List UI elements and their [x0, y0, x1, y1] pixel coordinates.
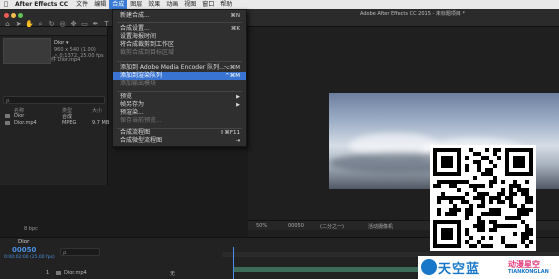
composition-menu: 新建合成... ⌘N 合成设置... ⌘K 设置海报时间 将合成裁剪到工作区 裁剪合…	[112, 9, 247, 147]
timeline-tab[interactable]: Dior	[18, 239, 29, 245]
menu-item-add-to-render-queue[interactable]: 添加到渲染队列 ^⌘M	[113, 72, 246, 80]
menu-window[interactable]: 窗口	[199, 0, 217, 9]
project-row-type: 合成	[62, 114, 73, 120]
layer-footage-icon	[56, 271, 61, 275]
menu-item-label: 裁剪合成到目标区域	[120, 49, 175, 56]
menu-item-save-frame-as[interactable]: 帧另存为 ▶	[113, 101, 246, 109]
menu-file[interactable]: 文件	[73, 0, 91, 9]
menu-separator	[117, 61, 242, 62]
menu-separator	[117, 91, 242, 92]
menu-item-poster-time[interactable]: 设置海报时间	[113, 33, 246, 41]
menu-item-trim-to-work-area[interactable]: 将合成裁剪到工作区	[113, 41, 246, 49]
app-menu[interactable]: After Effects CC	[12, 0, 71, 9]
menu-item-label: 将合成裁剪到工作区	[120, 41, 175, 48]
project-row-type: MPEG	[62, 120, 77, 126]
menu-item-comp-settings[interactable]: 合成设置... ⌘K	[113, 25, 246, 33]
menu-separator	[117, 22, 242, 23]
menu-edit[interactable]: 编辑	[91, 0, 109, 9]
zoom-dropdown[interactable]: 50%	[256, 223, 267, 229]
menu-item-label: 预渲染...	[120, 109, 144, 116]
item-name[interactable]: Dior ▾	[54, 40, 68, 46]
menu-item-pre-render[interactable]: 预渲染...	[113, 109, 246, 117]
menu-item-save-current-preview: 保存当前预览...	[113, 117, 246, 125]
menu-item-add-output-module: 添加输出模块	[113, 80, 246, 88]
footage-icon	[5, 121, 10, 125]
menu-item-label: 保存当前预览...	[120, 117, 162, 124]
project-row-size: 9.7 MB	[92, 120, 110, 126]
logo-text-en: TIANKONGLAN	[508, 269, 549, 275]
layer-mode-dropdown[interactable]: 无	[170, 270, 175, 277]
layer-name[interactable]: Dior.mp4	[64, 270, 87, 276]
layer-number: 1	[46, 270, 50, 276]
menu-effect[interactable]: 效果	[145, 0, 163, 9]
menu-item-comp-flowchart[interactable]: 合成流程图 ⇧⌘F11	[113, 129, 246, 137]
menu-help[interactable]: 帮助	[217, 0, 235, 9]
submenu-arrow-icon: ▶	[236, 94, 240, 100]
menu-item-label: 合成流程图	[120, 129, 151, 136]
menu-item-shortcut: ⇥	[235, 138, 240, 144]
menu-item-shortcut: ⌘K	[230, 26, 240, 32]
menu-layer[interactable]: 图层	[127, 0, 145, 9]
project-tabbar: 项目 效果控件 Dior.mp4	[0, 27, 107, 63]
mac-menubar:  After Effects CC 文件 编辑 合成 图层 效果 动画 视图 …	[0, 0, 559, 9]
project-row-name[interactable]: Dior.mp4	[14, 120, 37, 126]
menu-item-label: 合成设置...	[120, 25, 150, 32]
apple-icon[interactable]: 	[0, 1, 12, 8]
menu-view[interactable]: 视图	[181, 0, 199, 9]
menu-item-shortcut: ⌘N	[230, 13, 240, 19]
timeline-timecode[interactable]: 00050	[12, 246, 36, 254]
menu-item-preview[interactable]: 预览 ▶	[113, 93, 246, 101]
logo-text-main: 天空蓝	[438, 262, 481, 277]
menu-item-new-comp[interactable]: 新建合成... ⌘N	[113, 12, 246, 20]
minimize-window-button[interactable]	[11, 13, 16, 18]
logo-mark-icon	[421, 259, 437, 275]
project-search-input[interactable]: ρ.	[3, 96, 105, 104]
timeline-timecode-fps: 0:00:02:00 (25.00 fps)	[4, 255, 55, 260]
resolution-dropdown[interactable]: (二分之一)	[320, 223, 344, 230]
col-size-header[interactable]: 大小	[92, 107, 102, 114]
watermark-logo: 天空蓝 动漫星空 TIANKONGLAN	[418, 256, 559, 279]
menu-item-label: 合成微型流程图	[120, 137, 163, 144]
menu-item-crop-to-roi: 裁剪合成到目标区域	[113, 49, 246, 57]
qr-code-pattern	[433, 148, 533, 248]
camera-dropdown[interactable]: 活动摄像机	[368, 223, 393, 230]
menu-item-shortcut: ⌥⌘M	[223, 65, 240, 71]
bpc-label[interactable]: 8 bpc	[24, 226, 38, 232]
timeline-search-input[interactable]: ρ.	[60, 248, 100, 256]
close-window-button[interactable]	[4, 13, 9, 18]
search-icon: ρ.	[6, 98, 11, 104]
item-thumbnail	[3, 38, 51, 64]
comp-icon	[5, 114, 10, 118]
menu-item-label: 新建合成...	[120, 12, 150, 19]
item-info-duration: △ 0;1372, 25.00 fps	[54, 53, 104, 59]
window-title: Adobe After Effects CC 2015 - 未标题项目 *	[360, 11, 465, 17]
toolbar: Adobe After Effects CC 2015 - 未标题项目 * ⌂ …	[0, 9, 559, 28]
menu-item-mini-flowchart[interactable]: 合成微型流程图 ⇥	[113, 137, 246, 145]
playhead[interactable]	[233, 247, 234, 279]
menu-item-label: 添加输出模块	[120, 80, 157, 87]
menu-item-label: 添加到渲染队列	[120, 72, 163, 79]
menu-item-label: 设置海报时间	[120, 33, 157, 40]
menu-item-label: 预览	[120, 93, 133, 100]
menu-item-add-to-ame[interactable]: 添加到 Adobe Media Encoder 队列... ⌥⌘M	[113, 64, 246, 72]
menu-item-label: 帧另存为	[120, 101, 145, 108]
menu-item-label: 添加到 Adobe Media Encoder 队列...	[120, 64, 225, 71]
menu-composition[interactable]: 合成	[109, 0, 128, 9]
search-icon: ρ.	[63, 250, 68, 256]
project-row-name[interactable]: Dior	[14, 113, 24, 119]
menu-item-shortcut: ⇧⌘F11	[219, 130, 240, 136]
qr-code	[430, 145, 536, 251]
viewer-timecode[interactable]: 00050	[288, 223, 304, 229]
submenu-arrow-icon: ▶	[236, 102, 240, 108]
menu-animation[interactable]: 动画	[163, 0, 181, 9]
zoom-window-button[interactable]	[18, 13, 23, 18]
menu-item-shortcut: ^⌘M	[225, 73, 240, 79]
